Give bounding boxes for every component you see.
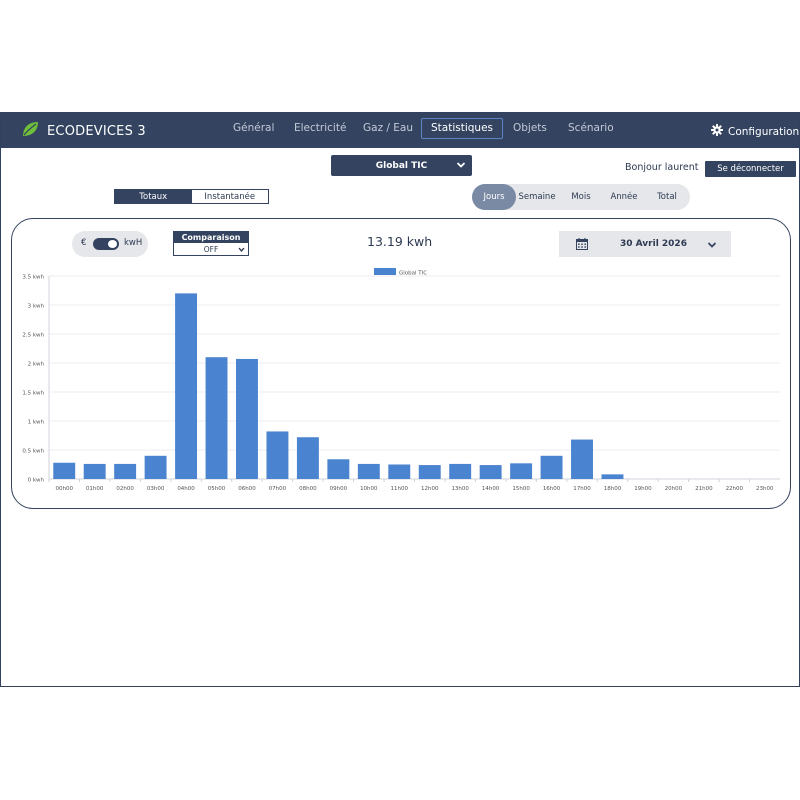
configuration-label: Configuration [728,125,800,138]
bar-09h00 [327,459,350,479]
y-tick-label: 2.5 kwh [22,333,44,339]
tab-scenario[interactable]: Scénario [568,122,614,134]
bar-17h00 [571,439,593,479]
legend-label: Global TIC [399,271,427,277]
bar-13h00 [449,463,472,479]
chevron-down-icon [456,160,466,173]
navbar: ECODEVICES 3 Général Electricité Gaz / E… [1,113,799,148]
bar-04h00 [175,293,198,479]
bar-16h00 [540,455,563,479]
period-total[interactable]: Total [644,184,690,210]
x-tick-label: 11h00 [391,486,409,492]
x-tick-label: 07h00 [269,486,287,492]
view-toggle: Totaux Instantanée [114,189,269,204]
x-tick-label: 05h00 [208,486,226,492]
bar-08h00 [296,437,319,479]
tab-statistiques[interactable]: Statistiques [421,118,504,139]
y-tick-label: 3 kwh [28,304,45,310]
tab-electricite[interactable]: Electricité [294,122,346,134]
app-title: ECODEVICES 3 [47,123,146,139]
x-tick-label: 20h00 [665,486,683,492]
y-tick-label: 0.5 kwh [22,449,44,455]
consumption-chart: 0 kwh 0.5 kwh 1 kwh 1.5 kwh 2 kwh 2.5 kwh 3 kw… [22,268,780,492]
y-tick-label: 1.5 kwh [22,391,44,397]
x-tick-label: 15h00 [512,486,530,492]
tab-objets[interactable]: Objets [513,122,547,134]
tab-general[interactable]: Général [233,122,274,134]
bar-05h00 [205,357,228,479]
bar-07h00 [266,431,289,479]
configuration-link[interactable]: Configuration [711,124,799,139]
period-selector: Jours Semaine Mois Année Total [472,184,690,210]
x-tick-label: 14h00 [482,486,500,492]
x-tick-label: 19h00 [634,486,652,492]
bar-03h00 [144,455,167,479]
y-tick-label: 2 kwh [28,362,45,368]
y-tick-label: 3.5 kwh [22,275,44,281]
x-tick-label: 12h00 [421,486,439,492]
period-annee[interactable]: Année [604,184,644,210]
x-tick-label: 00h00 [55,486,73,492]
legend-swatch [374,268,396,275]
source-select-value: Global TIC [375,160,428,171]
bar-06h00 [236,358,258,479]
stats-panel: € kwH Comparaison OFF 13.19 kwh 30 Avril… [11,218,791,509]
view-option-instantanee[interactable]: Instantanée [191,190,268,203]
x-tick-label: 04h00 [177,486,195,492]
app-window: ECODEVICES 3 Général Electricité Gaz / E… [0,112,800,687]
y-tick-label: 0 kwh [28,478,45,484]
x-tick-label: 23h00 [756,486,774,492]
bar-01h00 [83,463,106,479]
y-tick-label: 1 kwh [28,420,45,426]
x-tick-label: 13h00 [451,486,469,492]
period-mois[interactable]: Mois [558,184,604,210]
user-greeting: Bonjour laurent [625,162,699,173]
x-tick-label: 17h00 [573,486,591,492]
x-tick-label: 22h00 [726,486,744,492]
leaf-logo-icon [21,120,39,142]
x-tick-label: 09h00 [330,486,348,492]
brand[interactable]: ECODEVICES 3 [21,121,146,141]
x-tick-label: 02h00 [116,486,134,492]
source-select[interactable]: Global TIC [331,155,472,176]
logout-button[interactable]: Se déconnecter [705,161,796,177]
bar-10h00 [357,463,380,479]
view-option-totaux[interactable]: Totaux [115,190,192,203]
period-jours[interactable]: Jours [472,184,516,210]
bar-14h00 [479,465,502,479]
x-tick-label: 16h00 [543,486,561,492]
x-tick-label: 01h00 [86,486,104,492]
tab-gaz-eau[interactable]: Gaz / Eau [363,122,413,134]
bar-18h00 [601,474,624,479]
x-tick-label: 10h00 [360,486,378,492]
bar-11h00 [388,464,411,479]
bar-00h00 [53,462,76,479]
x-tick-label: 18h00 [604,486,622,492]
x-tick-label: 06h00 [238,486,256,492]
x-tick-label: 21h00 [695,486,713,492]
x-tick-label: 03h00 [147,486,165,492]
x-tick-label: 08h00 [299,486,317,492]
bar-02h00 [114,463,137,479]
bar-12h00 [418,465,441,479]
gear-icon [711,124,728,139]
bar-15h00 [510,463,533,479]
period-semaine[interactable]: Semaine [516,184,558,210]
